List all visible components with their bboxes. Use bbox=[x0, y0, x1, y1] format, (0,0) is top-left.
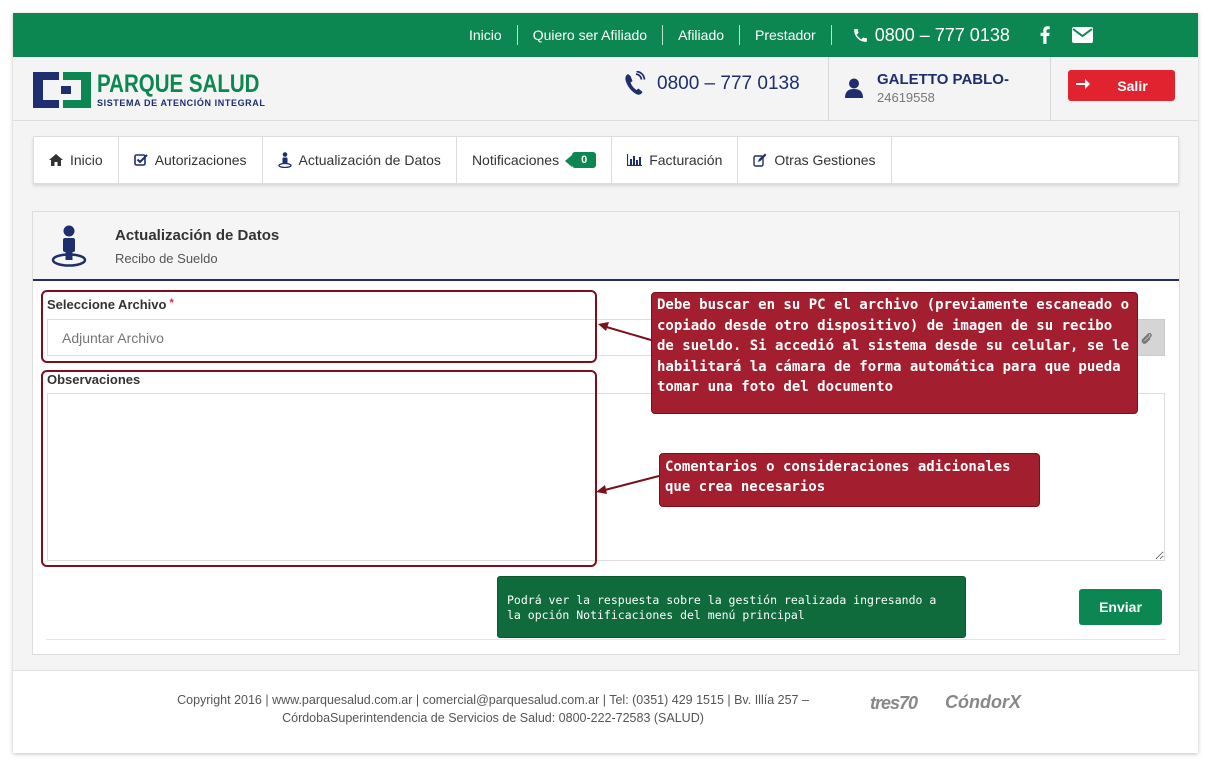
edit-icon bbox=[753, 153, 767, 167]
menu-item-inicio[interactable]: Inicio bbox=[34, 137, 119, 183]
arrow-right-icon bbox=[1068, 77, 1098, 95]
top-phone-number: 0800 – 777 0138 bbox=[874, 25, 1010, 45]
social-links bbox=[1030, 26, 1093, 44]
menu-item-otras-gestiones[interactable]: Otras Gestiones bbox=[738, 137, 892, 183]
menu-item-label: Inicio bbox=[70, 152, 103, 168]
top-nav-quiero-ser-afiliado[interactable]: Quiero ser Afiliado bbox=[516, 25, 662, 45]
person-pin-icon bbox=[277, 152, 292, 168]
site-header: PARQUE SALUD SISTEMA DE ATENCIÓN INTEGRA… bbox=[13, 57, 1198, 121]
condorx-logo[interactable]: CóndorX bbox=[945, 692, 1021, 713]
main-menu: Inicio Autorizaciones Actualización de D… bbox=[33, 136, 1179, 184]
top-bar: Inicio Quiero ser Afiliado Afiliado Pres… bbox=[13, 13, 1198, 57]
panel-title: Actualización de Datos bbox=[115, 227, 280, 244]
footer-copyright: Copyright 2016 | www.parquesalud.com.ar … bbox=[163, 691, 823, 727]
top-nav-inicio[interactable]: Inicio bbox=[454, 25, 517, 45]
paperclip-icon bbox=[1141, 332, 1152, 344]
phone-icon bbox=[853, 28, 867, 42]
top-phone: 0800 – 777 0138 bbox=[830, 25, 1030, 45]
user-id: 24619558 bbox=[877, 90, 935, 105]
user-name: GALETTO PABLO- bbox=[877, 71, 1009, 88]
logout-button[interactable]: Salir bbox=[1068, 70, 1175, 101]
top-nav-prestador[interactable]: Prestador bbox=[739, 25, 831, 45]
panel-header: Actualización de Datos Recibo de Sueldo bbox=[33, 212, 1179, 281]
menu-item-label: Actualización de Datos bbox=[298, 152, 441, 168]
file-help-callout: Debe buscar en su PC el archivo (previam… bbox=[651, 292, 1138, 414]
brand-logo[interactable]: PARQUE SALUD SISTEMA DE ATENCIÓN INTEGRA… bbox=[33, 72, 295, 108]
user-icon bbox=[845, 78, 863, 98]
top-nav-afiliado[interactable]: Afiliado bbox=[662, 25, 739, 45]
header-phone-number: 0800 – 777 0138 bbox=[657, 73, 800, 94]
person-pin-icon bbox=[51, 225, 87, 272]
menu-item-label: Otras Gestiones bbox=[774, 152, 876, 168]
form-divider bbox=[46, 639, 1166, 640]
footer-copyright-line1: Copyright 2016 | www.parquesalud.com.ar … bbox=[177, 693, 809, 707]
header-divider bbox=[828, 57, 829, 121]
notifications-tip: Podrá ver la respuesta sobre la gestión … bbox=[497, 576, 966, 638]
observations-highlight bbox=[41, 370, 597, 567]
logo-mark-icon bbox=[33, 72, 91, 108]
menu-item-facturacion[interactable]: Facturación bbox=[612, 137, 739, 183]
menu-item-notificaciones[interactable]: Notificaciones 0 bbox=[457, 137, 613, 183]
menu-item-autorizaciones[interactable]: Autorizaciones bbox=[119, 137, 263, 183]
home-icon bbox=[49, 154, 63, 166]
header-divider bbox=[1050, 57, 1051, 121]
bar-chart-icon bbox=[627, 154, 643, 166]
menu-item-label: Autorizaciones bbox=[154, 152, 247, 168]
phone-ringing-icon bbox=[625, 71, 646, 95]
menu-item-label: Facturación bbox=[649, 152, 723, 168]
file-field-highlight bbox=[41, 290, 597, 363]
logout-label: Salir bbox=[1117, 77, 1148, 94]
facebook-icon[interactable] bbox=[1040, 26, 1050, 44]
notification-count-badge: 0 bbox=[565, 152, 597, 168]
envelope-icon[interactable] bbox=[1071, 27, 1093, 43]
menu-item-label: Notificaciones bbox=[471, 152, 560, 168]
logo-text: PARQUE SALUD SISTEMA DE ATENCIÓN INTEGRA… bbox=[97, 70, 295, 109]
logo-subtitle: SISTEMA DE ATENCIÓN INTEGRAL bbox=[97, 98, 266, 108]
footer-copyright-line2: CórdobaSuperintendencia de Servicios de … bbox=[282, 711, 704, 725]
header-phone: 0800 – 777 0138 bbox=[623, 71, 800, 97]
top-nav: Inicio Quiero ser Afiliado Afiliado Pres… bbox=[454, 13, 1093, 57]
panel-subtitle: Recibo de Sueldo bbox=[115, 251, 218, 266]
submit-button[interactable]: Enviar bbox=[1079, 589, 1162, 625]
observations-help-callout: Comentarios o consideraciones adicionale… bbox=[659, 453, 1040, 507]
tres70-logo[interactable]: tres70 bbox=[870, 693, 918, 714]
logo-title: PARQUE SALUD bbox=[97, 70, 260, 98]
user-info: GALETTO PABLO- 24619558 bbox=[845, 71, 1009, 105]
check-square-icon bbox=[133, 154, 148, 166]
site-footer: Copyright 2016 | www.parquesalud.com.ar … bbox=[13, 670, 1198, 753]
menu-item-actualizacion-datos[interactable]: Actualización de Datos bbox=[263, 137, 457, 183]
